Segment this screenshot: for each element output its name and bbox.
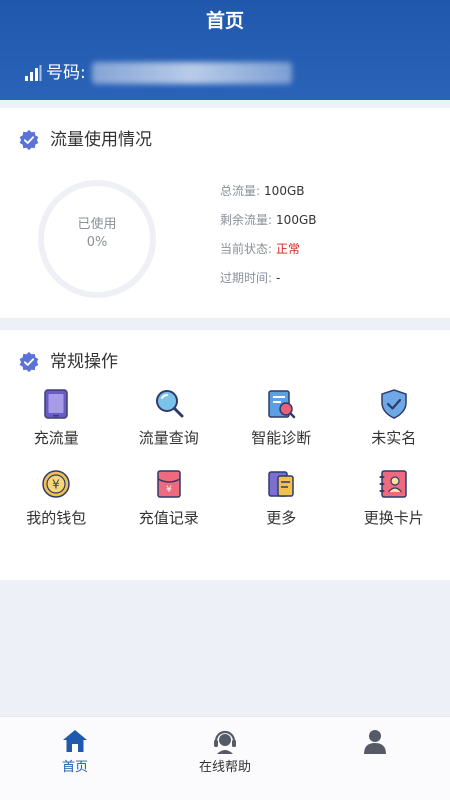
document-icon [268,471,294,497]
op-my-wallet[interactable]: ¥ 我的钱包 [0,468,113,548]
operations-card: 常规操作 充流量 流量查询 智能诊断 未实名 ¥ 我的钱包 ¥ 充值记录 更多 … [0,330,450,580]
stat-value: 100GB [276,212,317,227]
op-label: 充流量 [33,429,79,447]
op-label: 更换卡片 [363,509,424,527]
op-data-query[interactable]: 流量查询 [113,388,226,468]
home-icon [63,730,87,752]
op-label: 流量查询 [138,429,199,447]
op-smart-diagnosis[interactable]: 智能诊断 [225,388,338,468]
usage-stats: 总流量: 100GB 剩余流量: 100GB 当前状态: 正常 过期时间: - [220,176,316,292]
verified-badge-icon [19,129,39,151]
app-header: 首页 号码: [0,0,450,100]
stat-key: 总流量: [220,184,261,198]
headset-icon [214,730,236,754]
coin-icon: ¥ [42,470,70,498]
phone-label: 号码: [46,63,86,83]
shield-check-icon [381,389,407,419]
op-label: 我的钱包 [26,509,87,527]
op-label: 智能诊断 [251,429,312,447]
usage-card: 流量使用情况 已使用 0% 总流量: 100GB 剩余流量: 100GB 当前状… [0,108,450,318]
op-more[interactable]: 更多 [225,468,338,548]
stat-value: - [276,270,281,285]
magnifier-icon [155,390,184,418]
op-label: 更多 [266,509,297,527]
ring-used-percent: 0% [86,235,108,250]
stat-total: 总流量: 100GB [220,176,316,205]
nav-profile[interactable] [300,717,450,800]
stat-value: 100GB [264,183,305,198]
phone-number-row: 号码: [24,60,292,86]
operations-grid: 充流量 流量查询 智能诊断 未实名 ¥ 我的钱包 ¥ 充值记录 更多 更换卡片 [0,388,450,548]
id-card-icon [379,470,407,498]
stat-expiry: 过期时间: - [220,263,316,292]
tablet-icon [44,389,68,419]
usage-section-title: 流量使用情况 [50,130,152,150]
svg-text:¥: ¥ [52,478,60,492]
bottom-nav: 首页 在线帮助 [0,716,450,800]
op-unverified-name[interactable]: 未实名 [338,388,450,468]
nav-label: 在线帮助 [198,760,251,775]
stat-remaining: 剩余流量: 100GB [220,205,316,234]
operations-section-title: 常规操作 [50,352,118,372]
page-title: 首页 [205,10,244,32]
op-label: 充值记录 [138,509,199,527]
op-recharge-data[interactable]: 充流量 [0,388,113,468]
stat-key: 剩余流量: [220,213,273,227]
svg-text:¥: ¥ [166,485,172,495]
op-label: 未实名 [371,429,417,447]
signal-icon [25,65,42,81]
red-envelope-icon: ¥ [157,470,181,498]
stat-key: 过期时间: [220,271,273,285]
usage-section-header: 流量使用情况 [18,128,152,152]
stat-key: 当前状态: [220,242,273,256]
nav-online-help[interactable]: 在线帮助 [150,717,300,800]
operations-section-header: 常规操作 [18,350,118,374]
diagnosis-icon [268,390,296,419]
phone-number-redacted [91,62,292,84]
nav-label: 首页 [61,760,88,775]
nav-home[interactable]: 首页 [0,717,150,800]
verified-badge-icon [19,351,39,373]
user-icon [364,730,386,754]
status-value: 正常 [276,242,301,256]
usage-ring-text: 已使用 0% [38,216,156,252]
op-change-card[interactable]: 更换卡片 [338,468,450,548]
stat-status: 当前状态: 正常 [220,234,316,263]
op-recharge-record[interactable]: ¥ 充值记录 [113,468,226,548]
ring-used-label: 已使用 [77,217,117,232]
